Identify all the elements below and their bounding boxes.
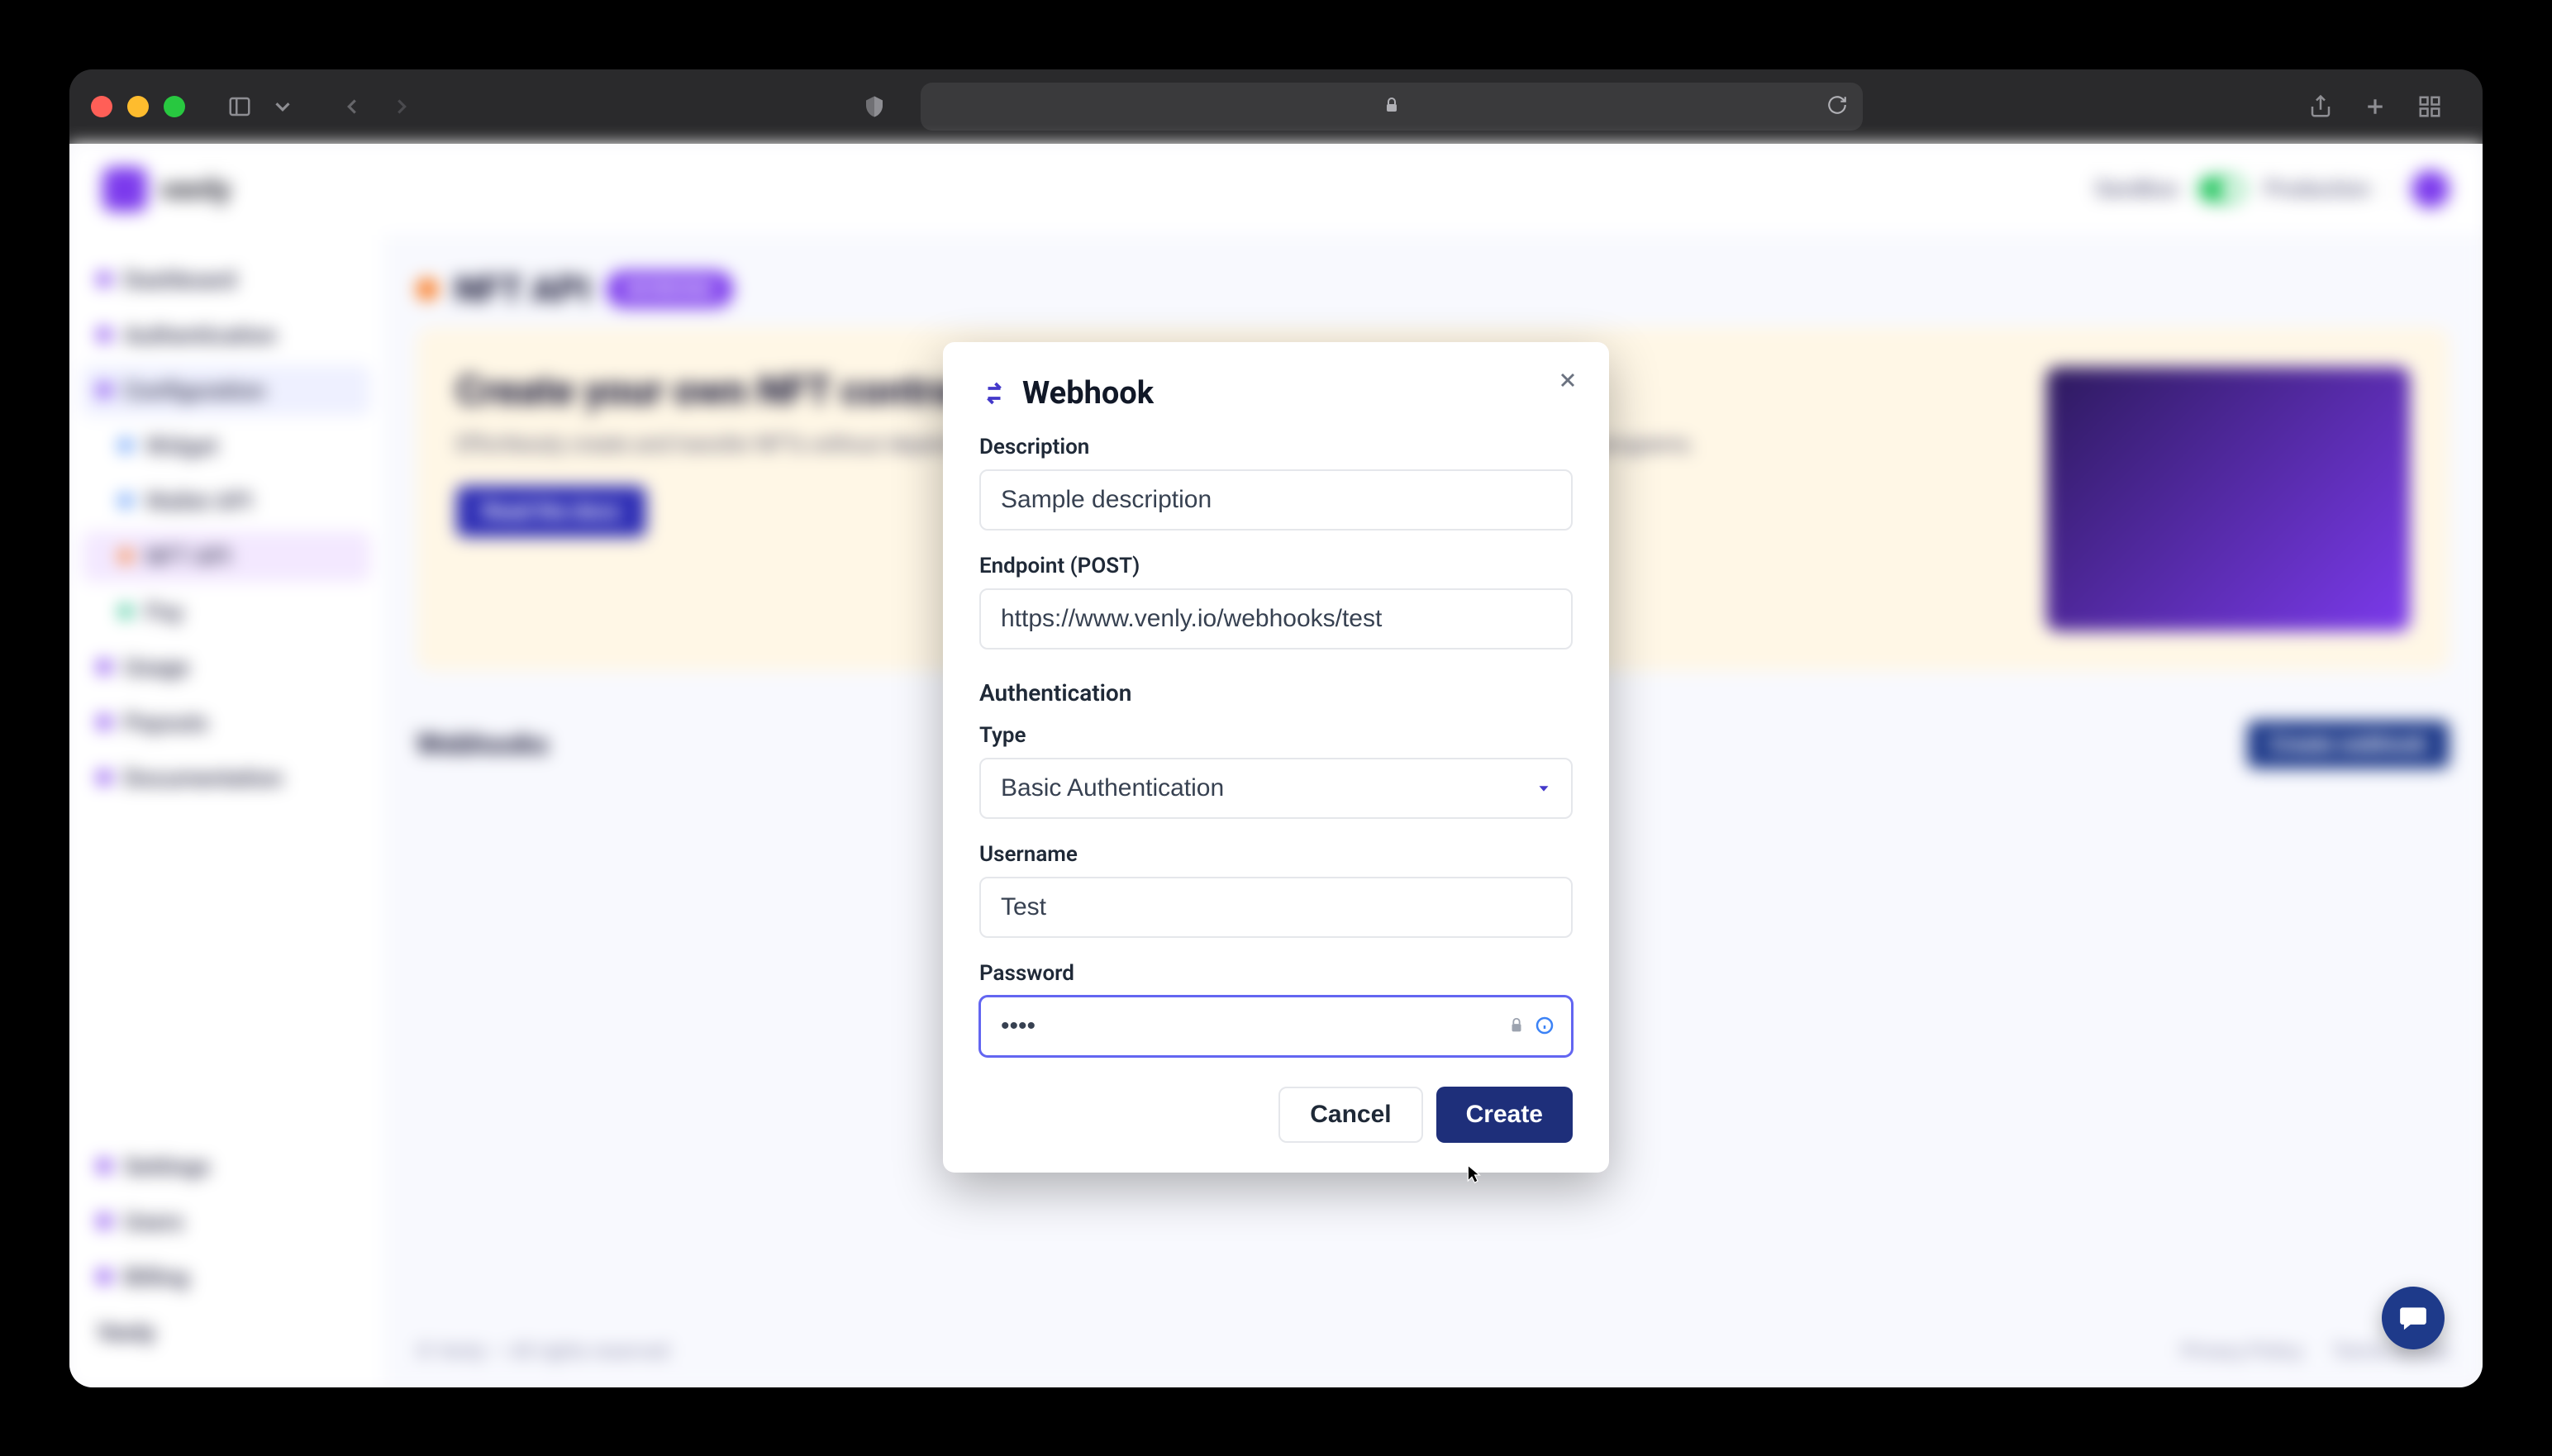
- type-label: Type: [979, 723, 1573, 748]
- address-bar[interactable]: [921, 83, 1863, 131]
- info-icon[interactable]: [1533, 1014, 1556, 1037]
- back-button[interactable]: [337, 92, 367, 121]
- auth-section-label: Authentication: [979, 679, 1573, 707]
- endpoint-label: Endpoint (POST): [979, 554, 1573, 578]
- sidebar-toggle-icon[interactable]: [225, 92, 255, 121]
- minimize-window[interactable]: [127, 96, 149, 117]
- chevron-down-icon[interactable]: [268, 92, 298, 121]
- modal-overlay: Webhook Description Endpoint (POST) Auth…: [69, 144, 2483, 1387]
- description-label: Description: [979, 435, 1573, 459]
- cancel-button[interactable]: Cancel: [1278, 1087, 1422, 1143]
- window-controls: [91, 96, 185, 117]
- forward-button[interactable]: [387, 92, 417, 121]
- webhook-modal: Webhook Description Endpoint (POST) Auth…: [943, 342, 1609, 1173]
- chat-fab[interactable]: [2382, 1287, 2445, 1349]
- password-input[interactable]: [979, 996, 1573, 1057]
- lock-icon: [1382, 95, 1402, 118]
- share-icon[interactable]: [2306, 92, 2335, 121]
- close-icon[interactable]: [1553, 365, 1583, 395]
- username-input[interactable]: [979, 877, 1573, 938]
- password-label: Password: [979, 961, 1573, 986]
- description-input[interactable]: [979, 469, 1573, 531]
- endpoint-input[interactable]: [979, 588, 1573, 649]
- lock-icon[interactable]: [1505, 1014, 1528, 1037]
- type-select[interactable]: [979, 758, 1573, 819]
- browser-window: venly Sandbox Production Dashboard Authe…: [69, 69, 2483, 1387]
- create-button[interactable]: Create: [1436, 1087, 1573, 1143]
- tab-overview-icon[interactable]: [2415, 92, 2445, 121]
- browser-titlebar: [69, 69, 2483, 144]
- maximize-window[interactable]: [164, 96, 185, 117]
- webhook-icon: [979, 378, 1009, 408]
- password-manager-icons: [1505, 1014, 1556, 1037]
- refresh-icon[interactable]: [1826, 94, 1848, 119]
- page-content: venly Sandbox Production Dashboard Authe…: [69, 144, 2483, 1387]
- new-tab-icon[interactable]: [2360, 92, 2390, 121]
- username-label: Username: [979, 842, 1573, 867]
- cursor-icon: [1460, 1163, 1483, 1187]
- close-window[interactable]: [91, 96, 112, 117]
- shield-icon[interactable]: [859, 92, 889, 121]
- modal-title: Webhook: [1022, 375, 1154, 412]
